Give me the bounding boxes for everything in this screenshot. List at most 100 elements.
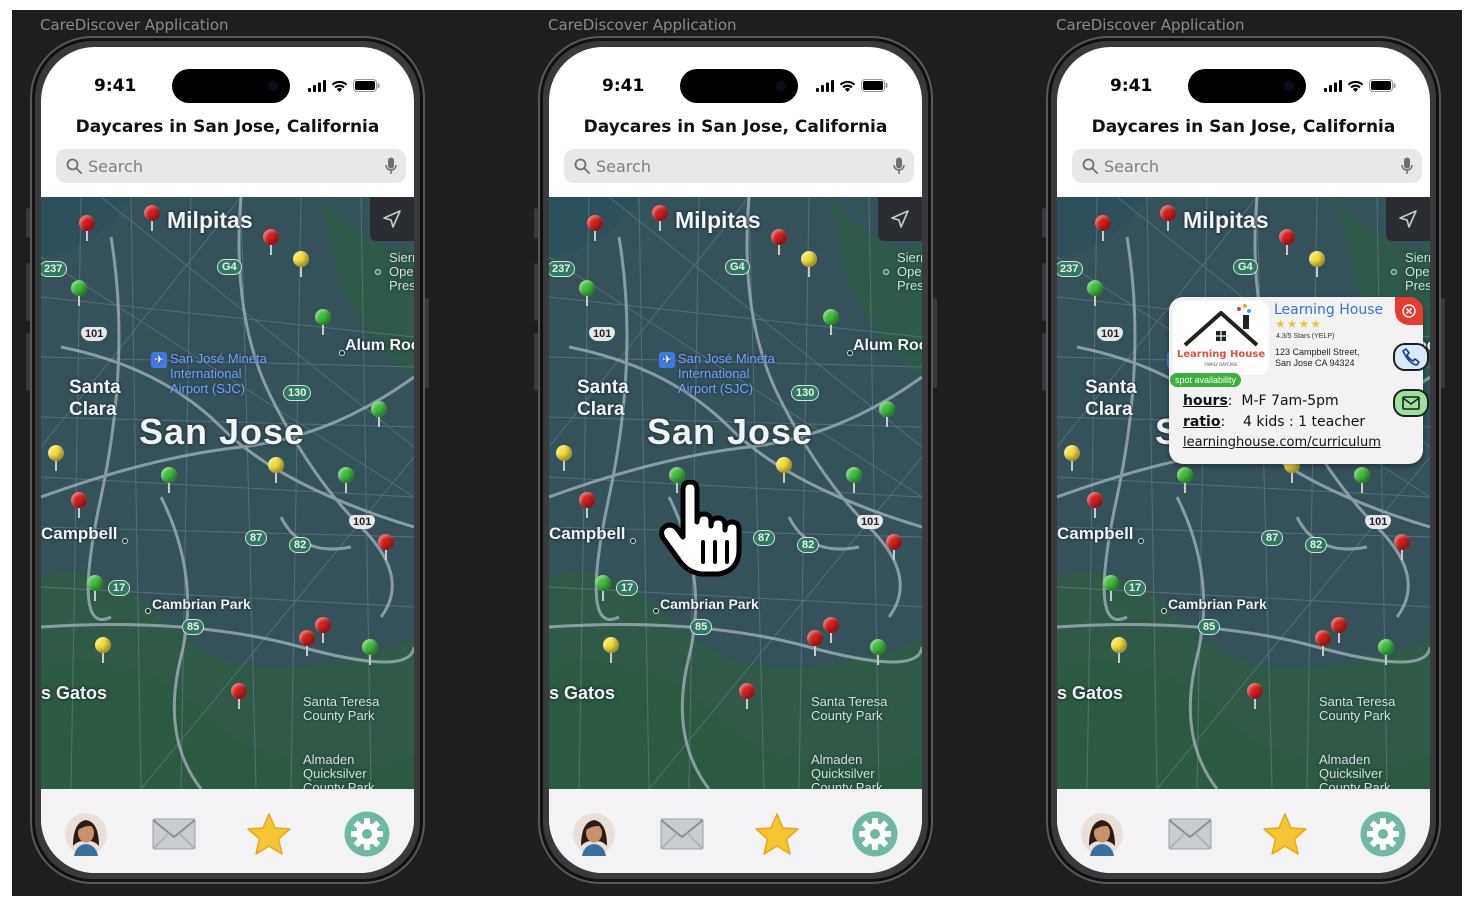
daycare-pin-yellow[interactable] — [801, 251, 817, 277]
daycare-pin-red[interactable] — [144, 205, 160, 231]
microphone-icon[interactable] — [1401, 157, 1413, 175]
search-input[interactable] — [1104, 156, 1384, 176]
daycare-pin-red[interactable] — [263, 229, 279, 255]
daycare-pin-red[interactable] — [378, 534, 394, 560]
daycare-pin-green[interactable] — [846, 467, 862, 493]
daycare-pin-green[interactable] — [879, 401, 895, 427]
tab-settings[interactable] — [1360, 811, 1406, 857]
daycare-pin-green[interactable] — [1378, 639, 1394, 665]
daycare-pin-green[interactable] — [1103, 575, 1119, 601]
daycare-pin-red[interactable] — [1394, 534, 1410, 560]
daycare-pin-green[interactable] — [1354, 467, 1370, 493]
locate-me-button[interactable] — [370, 197, 414, 241]
daycare-pin-yellow[interactable] — [776, 457, 792, 483]
search-bar[interactable] — [1072, 149, 1422, 183]
locate-me-button[interactable] — [878, 197, 922, 241]
daycare-pin-red[interactable] — [79, 215, 95, 241]
daycare-pin-green[interactable] — [338, 467, 354, 493]
daycare-pin-green[interactable] — [579, 280, 595, 306]
daycare-pin-red[interactable] — [1331, 617, 1347, 643]
daycare-address: 123 Campbell Street, San Jose CA 94324 — [1275, 347, 1360, 368]
daycare-pin-red[interactable] — [1315, 630, 1331, 656]
map-view[interactable]: Milpitas Santa Clara San Jose Campbell C… — [549, 197, 922, 789]
tab-favorites[interactable] — [246, 811, 292, 857]
phone-icon — [1402, 348, 1420, 366]
daycare-pin-green[interactable] — [1087, 280, 1103, 306]
daycare-pin-yellow[interactable] — [95, 637, 111, 663]
wifi-icon — [1347, 80, 1364, 92]
highway-shield: G4 — [217, 259, 242, 275]
daycare-pin-green[interactable] — [315, 309, 331, 335]
daycare-pin-green[interactable] — [595, 575, 611, 601]
daycare-pin-red[interactable] — [71, 492, 87, 518]
call-button[interactable] — [1393, 343, 1429, 371]
daycare-pin-red[interactable] — [739, 683, 755, 709]
daycare-pin-yellow[interactable] — [1309, 251, 1325, 277]
map-view[interactable]: Milpitas Santa Clara San Jose Campbell C… — [41, 197, 414, 789]
tab-profile[interactable] — [571, 811, 617, 857]
curriculum-link[interactable]: learninghouse.com/curriculum — [1183, 435, 1381, 450]
daycare-pin-red[interactable] — [315, 617, 331, 643]
tab-profile[interactable] — [1079, 811, 1125, 857]
search-input[interactable] — [596, 156, 876, 176]
tab-messages[interactable] — [1167, 811, 1213, 857]
daycare-pin-yellow[interactable] — [556, 445, 572, 471]
daycare-pin-green[interactable] — [362, 639, 378, 665]
daycare-pin-green[interactable] — [71, 280, 87, 306]
daycare-pin-red[interactable] — [1279, 229, 1295, 255]
tab-settings[interactable] — [344, 811, 390, 857]
email-button[interactable] — [1393, 389, 1429, 417]
daycare-pin-green[interactable] — [1177, 467, 1193, 493]
daycare-pin-green[interactable] — [870, 639, 886, 665]
daycare-pin-red[interactable] — [1087, 492, 1103, 518]
daycare-pin-green[interactable] — [823, 309, 839, 335]
daycare-pin-green[interactable] — [161, 467, 177, 493]
tab-settings[interactable] — [852, 811, 898, 857]
search-input[interactable] — [88, 156, 368, 176]
daycare-name[interactable]: Learning House — [1274, 302, 1383, 318]
daycare-pin-yellow[interactable] — [268, 457, 284, 483]
daycare-pin-red[interactable] — [886, 534, 902, 560]
microphone-icon[interactable] — [893, 157, 905, 175]
daycare-pin-green[interactable] — [371, 401, 387, 427]
search-bar[interactable] — [564, 149, 914, 183]
tab-messages[interactable] — [151, 811, 197, 857]
daycare-pin-red[interactable] — [652, 205, 668, 231]
search-bar[interactable] — [56, 149, 406, 183]
daycare-pin-yellow[interactable] — [1064, 445, 1080, 471]
daycare-pin-red[interactable] — [807, 630, 823, 656]
daycare-pin-yellow[interactable] — [293, 251, 309, 277]
daycare-pin-red[interactable] — [771, 229, 787, 255]
daycare-pin-red[interactable] — [1247, 683, 1263, 709]
microphone-icon[interactable] — [385, 157, 397, 175]
locate-me-button[interactable] — [1386, 197, 1430, 241]
daycare-info-card[interactable]: Learning House FAMILY DAYCARE Learning H… — [1169, 297, 1429, 464]
daycare-pin-red[interactable] — [823, 617, 839, 643]
status-time: 9:41 — [602, 76, 645, 96]
map-label-sierra-preserve: Sierr Open Pres — [897, 250, 922, 293]
airplane-icon: ✈ — [659, 351, 675, 368]
map-label-santa-clara: Santa Clara — [577, 377, 629, 420]
daycare-pin-green[interactable] — [87, 575, 103, 601]
daycare-pin-red[interactable] — [231, 683, 247, 709]
tab-favorites[interactable] — [1262, 811, 1308, 857]
daycare-pin-yellow[interactable] — [603, 637, 619, 663]
map-view[interactable]: Milpitas Santa Clara San Jose Campbell C… — [1057, 197, 1430, 789]
tab-favorites[interactable] — [754, 811, 800, 857]
tab-messages[interactable] — [659, 811, 705, 857]
close-button[interactable] — [1395, 297, 1423, 325]
daycare-pin-red[interactable] — [299, 630, 315, 656]
highway-shield: 237 — [549, 261, 576, 277]
daycare-pin-red[interactable] — [1095, 215, 1111, 241]
ratio-value: 4 kids : 1 teacher — [1243, 414, 1366, 430]
phone-screen: 9:41 Daycares in San Jose, California Se… — [1057, 47, 1430, 873]
daycare-pin-red[interactable] — [579, 492, 595, 518]
daycare-pin-yellow[interactable] — [48, 445, 64, 471]
daycare-pin-red[interactable] — [587, 215, 603, 241]
daycare-pin-red[interactable] — [1160, 205, 1176, 231]
daycare-pin-yellow[interactable] — [1111, 637, 1127, 663]
tab-profile[interactable] — [63, 811, 109, 857]
avatar-icon — [573, 813, 615, 856]
ratio-label: ratio — [1183, 414, 1221, 430]
tab-bar — [1057, 789, 1430, 873]
